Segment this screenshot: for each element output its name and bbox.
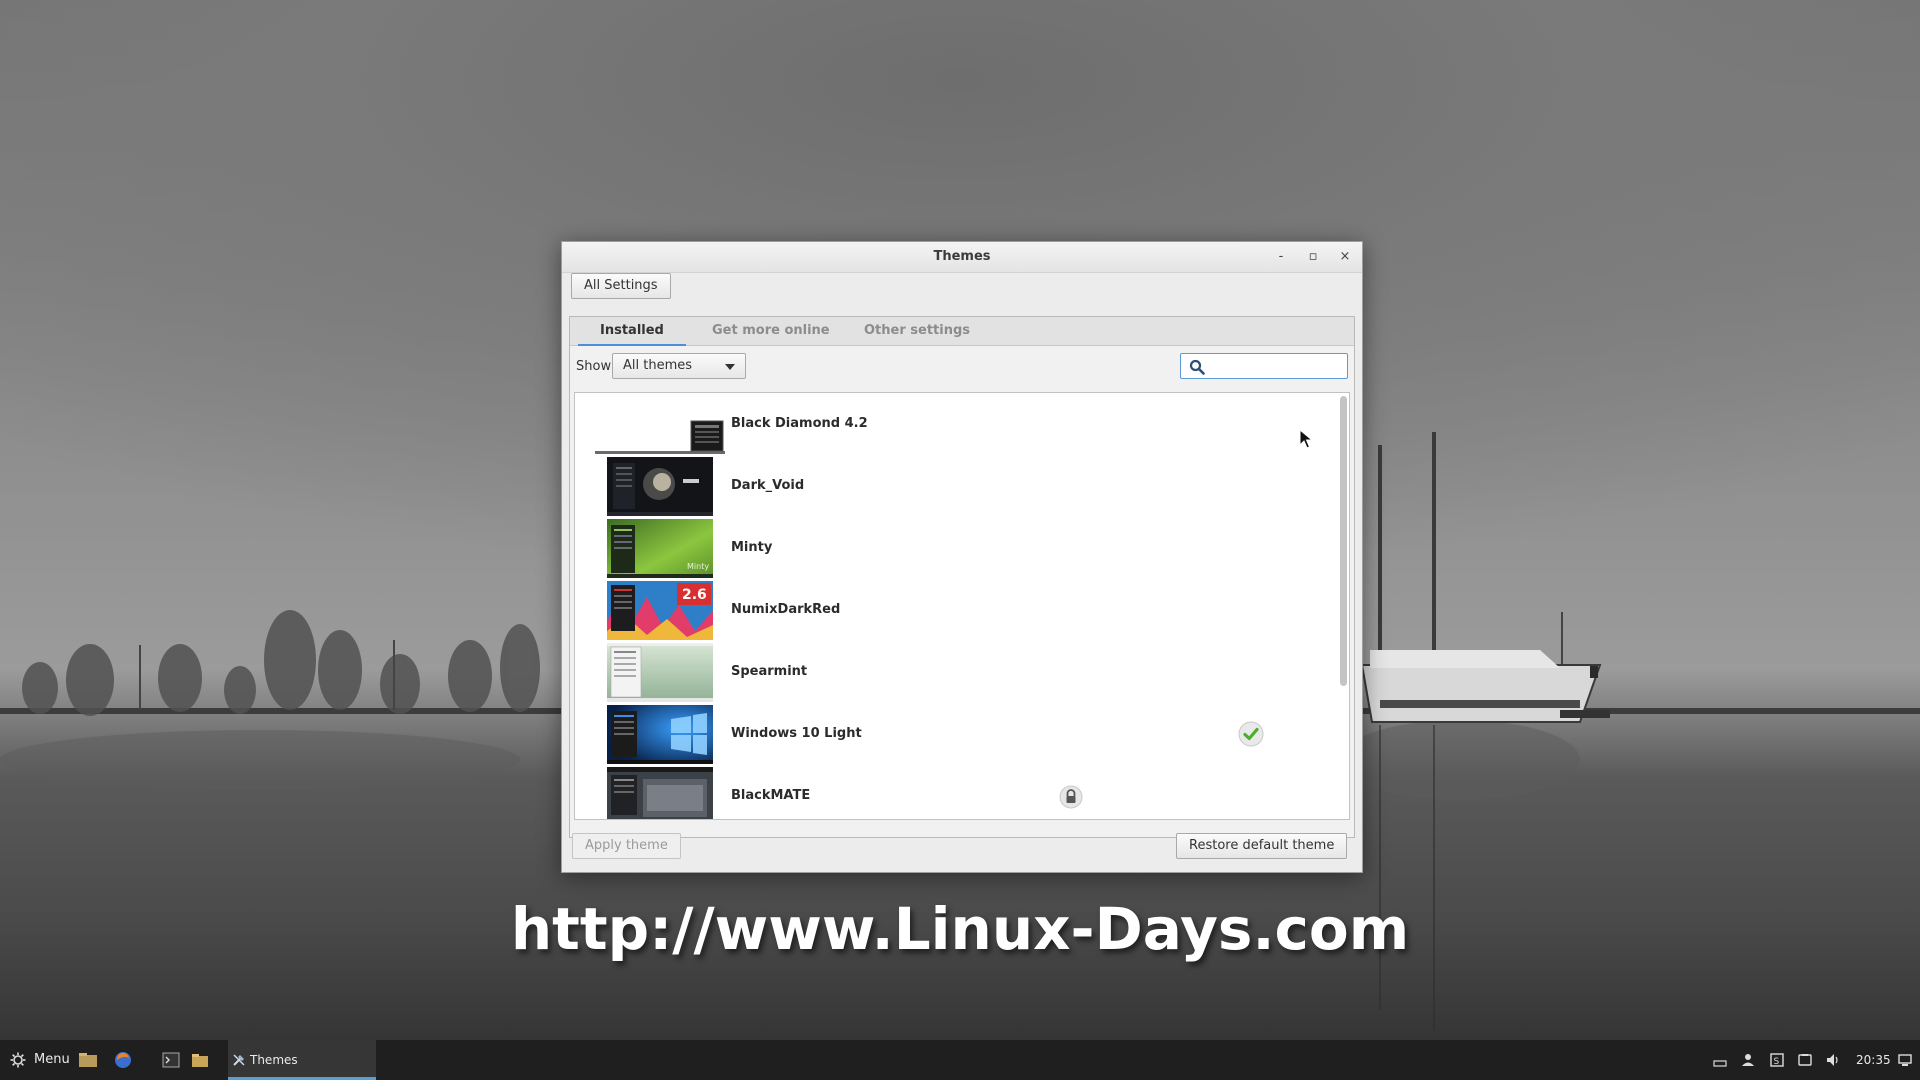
user-icon[interactable] bbox=[1741, 1053, 1755, 1067]
tab-get-more-online[interactable]: Get more online bbox=[712, 323, 830, 338]
theme-row-blackmate[interactable]: BlackMATE bbox=[575, 765, 1335, 819]
theme-thumbnail bbox=[595, 395, 725, 454]
show-desktop-icon[interactable] bbox=[78, 1052, 98, 1068]
taskbar-window-themes[interactable]: Themes bbox=[228, 1040, 376, 1080]
theme-thumbnail bbox=[607, 705, 713, 764]
theme-row-numixdarkred[interactable]: 2.6 NumixDarkRed bbox=[575, 579, 1335, 641]
theme-list: Black Diamond 4.2 Dark_Void Minty Minty … bbox=[574, 392, 1350, 820]
theme-row-minty[interactable]: Minty Minty bbox=[575, 517, 1335, 579]
notifications-icon[interactable] bbox=[1898, 1053, 1912, 1067]
apply-theme-button[interactable]: Apply theme bbox=[572, 833, 681, 859]
search-input[interactable] bbox=[1209, 356, 1345, 378]
volume-icon[interactable] bbox=[1826, 1053, 1840, 1067]
menu-button[interactable]: Menu bbox=[8, 1040, 70, 1080]
theme-row-black-diamond[interactable]: Black Diamond 4.2 bbox=[575, 393, 1335, 455]
themes-app-icon bbox=[233, 1054, 245, 1066]
window-titlebar[interactable]: Themes - ▫ × bbox=[562, 242, 1362, 273]
tab-other-settings[interactable]: Other settings bbox=[864, 323, 970, 338]
clock[interactable]: 20:35 bbox=[1856, 1040, 1891, 1080]
taskbar: Menu Themes S 20:35 bbox=[0, 1040, 1920, 1080]
all-settings-button[interactable]: All Settings bbox=[571, 273, 671, 299]
menu-gear-icon bbox=[10, 1052, 26, 1068]
minty-thumb-label: Minty bbox=[687, 562, 709, 571]
checkmark-icon bbox=[1238, 721, 1264, 747]
workspace-icon[interactable] bbox=[1713, 1053, 1727, 1067]
search-icon bbox=[1189, 359, 1205, 375]
files-icon[interactable] bbox=[191, 1052, 209, 1068]
theme-name: Windows 10 Light bbox=[731, 726, 862, 741]
theme-row-windows-10-light[interactable]: Windows 10 Light bbox=[575, 703, 1335, 765]
network-icon[interactable] bbox=[1798, 1053, 1812, 1067]
terminal-icon[interactable] bbox=[162, 1052, 180, 1068]
tab-installed[interactable]: Installed bbox=[578, 323, 686, 346]
window-title: Themes bbox=[933, 249, 991, 264]
theme-name: Spearmint bbox=[731, 664, 808, 679]
theme-filter-dropdown[interactable]: All themes bbox=[612, 353, 746, 379]
lock-icon bbox=[1059, 785, 1083, 809]
svg-text:S: S bbox=[1774, 1057, 1780, 1067]
theme-thumbnail: 2.6 bbox=[607, 581, 713, 640]
website-watermark: http://www.Linux-Days.com bbox=[510, 895, 1410, 963]
maximize-button[interactable]: ▫ bbox=[1304, 248, 1322, 266]
numix-thumb-label: 2.6 bbox=[682, 587, 707, 603]
browser-icon[interactable] bbox=[114, 1051, 132, 1069]
chevron-down-icon bbox=[725, 364, 735, 370]
theme-row-dark-void[interactable]: Dark_Void bbox=[575, 455, 1335, 517]
taskbar-window-label: Themes bbox=[250, 1053, 298, 1067]
tab-bar: Installed Get more online Other settings bbox=[570, 317, 1354, 346]
theme-thumbnail bbox=[607, 457, 713, 516]
tab-notebook: Installed Get more online Other settings… bbox=[569, 316, 1355, 838]
scrollbar-thumb[interactable] bbox=[1340, 396, 1347, 686]
theme-name: Minty bbox=[731, 540, 773, 555]
theme-filter-value: All themes bbox=[623, 358, 693, 373]
close-button[interactable]: × bbox=[1336, 248, 1354, 266]
theme-thumbnail bbox=[607, 767, 713, 819]
mouse-pointer-icon bbox=[1299, 429, 1313, 449]
theme-row-spearmint[interactable]: Spearmint bbox=[575, 641, 1335, 703]
themes-window: Themes - ▫ × All Settings Installed Get … bbox=[561, 241, 1363, 873]
menu-label: Menu bbox=[34, 1052, 70, 1067]
theme-name: Dark_Void bbox=[731, 478, 805, 493]
theme-thumbnail bbox=[607, 643, 713, 702]
list-scrollbar[interactable] bbox=[1340, 396, 1347, 814]
theme-name: Black Diamond 4.2 bbox=[731, 416, 868, 431]
theme-name: NumixDarkRed bbox=[731, 602, 841, 617]
search-box[interactable] bbox=[1180, 353, 1348, 379]
restore-default-theme-button[interactable]: Restore default theme bbox=[1176, 833, 1348, 859]
show-label: Show bbox=[576, 359, 612, 374]
theme-thumbnail: Minty bbox=[607, 519, 713, 578]
update-shield-icon[interactable]: S bbox=[1770, 1053, 1784, 1067]
theme-name: BlackMATE bbox=[731, 788, 811, 803]
minimize-button[interactable]: - bbox=[1272, 248, 1290, 266]
